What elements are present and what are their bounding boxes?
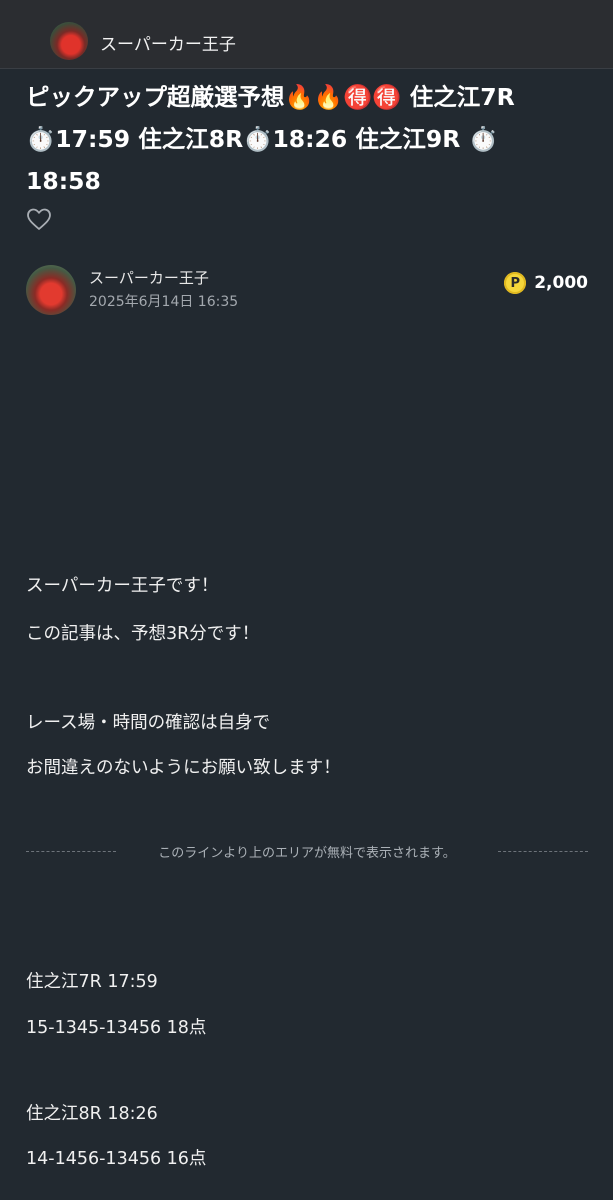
prediction-bet: 14-1456-13456 16点 — [26, 1149, 207, 1169]
body-line: この記事は、予想3R分です！ — [26, 624, 260, 644]
body-line: スーパーカー王子です！ — [26, 576, 219, 596]
author-avatar[interactable] — [26, 265, 76, 315]
top-bar: スーパーカー王子 — [0, 0, 613, 69]
point-coin-icon: P — [504, 272, 527, 294]
prediction-race: 住之江7R 17:59 — [26, 972, 158, 992]
article-title: ピックアップ超厳選予想🔥🔥🉐🉐 住之江7R ⏱️17:59 住之江8R⏱️18:… — [26, 83, 515, 195]
body-line: レース場・時間の確認は自身で — [26, 713, 271, 733]
prediction-bet: 15-1345-13456 18点 — [26, 1018, 207, 1038]
price: P 2,000 — [504, 271, 588, 295]
header-avatar[interactable] — [50, 22, 88, 60]
header-author-name[interactable]: スーパーカー王子 — [100, 30, 236, 55]
author-name[interactable]: スーパーカー王子 — [89, 267, 209, 288]
prediction-race: 住之江8R 18:26 — [26, 1104, 158, 1124]
post-date: 2025年6月14日 16:35 — [89, 294, 239, 310]
paywall-label: このラインより上のエリアが無料で表示されます。 — [144, 846, 470, 861]
author-row: スーパーカー王子 2025年6月14日 16:35 P 2,000 — [26, 265, 588, 317]
price-value: 2,000 — [534, 273, 588, 293]
paywall-divider: このラインより上のエリアが無料で表示されます。 — [26, 842, 588, 862]
body-line: お間違えのないようにお願い致します！ — [26, 758, 341, 778]
heart-icon[interactable] — [26, 207, 52, 231]
